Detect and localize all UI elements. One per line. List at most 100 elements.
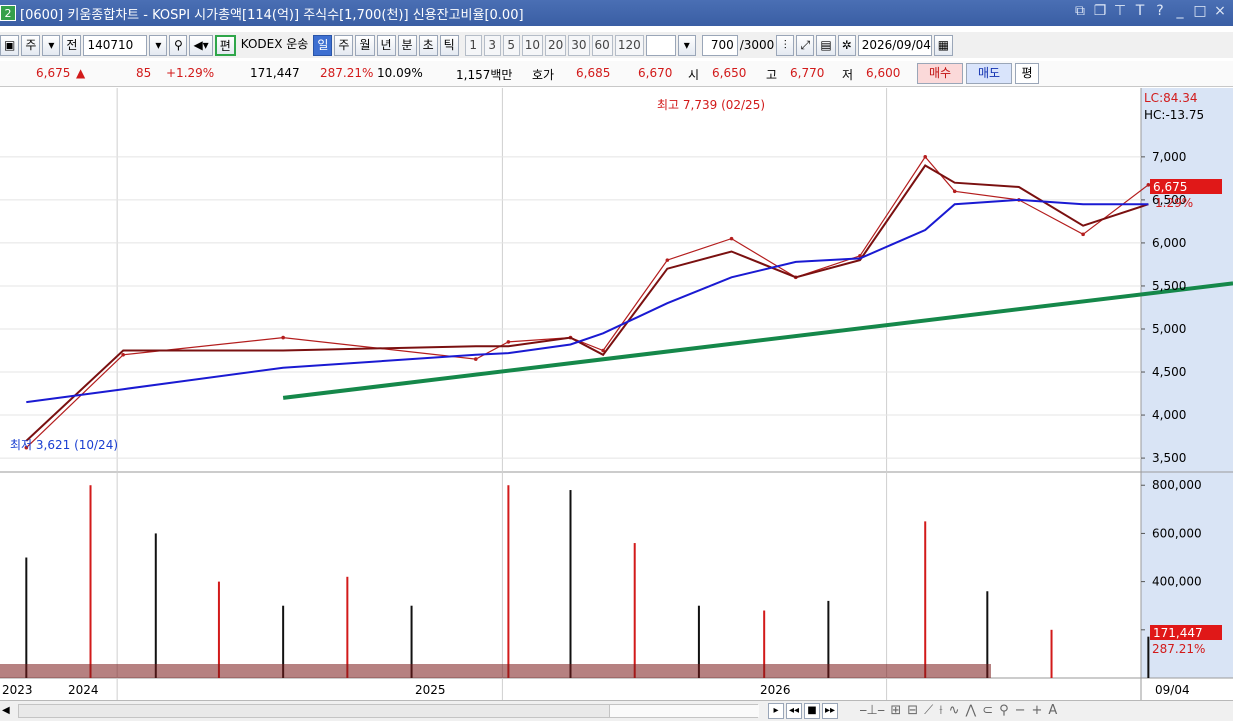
bar-count-input[interactable]: 700 [701,34,738,56]
dropdown-icon[interactable]: ▾ [42,34,61,56]
series-line-price [25,155,1149,449]
save-icon[interactable]: ▤ [816,34,836,56]
gear-icon[interactable]: ✲ [837,34,856,56]
period-week-select[interactable]: 주 [21,34,41,56]
layout-icon[interactable]: ⧉ [1073,3,1087,19]
period-second-button[interactable]: 초 [418,34,438,56]
period-day-button[interactable]: 일 [313,34,333,56]
scroll-left-icon[interactable]: ◀ [2,704,16,718]
volume-bar [346,576,349,678]
rewind-icon[interactable]: ◂◂ [786,703,802,719]
bottom-bar: ◀ ▸ ◂◂ ■ ▸▸ ⎯⊥⎯ ⊞ ⊟ ⟋ ⟊ ∿ ⋀ ⊂ ⚲ − + A [0,700,1233,721]
zoom-in-icon[interactable]: + [1032,703,1043,718]
interval-60-button[interactable]: 60 [591,34,613,56]
zoom-out-icon[interactable]: − [1015,703,1026,718]
interval-20-button[interactable]: 20 [544,34,567,56]
buy-button[interactable]: 매수 [917,63,963,84]
volume-bar [569,490,572,678]
stop-icon[interactable]: ■ [804,703,820,719]
interval-5-button[interactable]: 5 [502,34,520,56]
volume-ratio: 287.21% [320,66,374,80]
calendar-icon[interactable]: ▦ [933,34,954,56]
overlay-icon[interactable]: ⊟ [907,703,918,718]
volume-tag: 171,447 [1153,626,1203,640]
period-year-button[interactable]: 년 [376,34,396,56]
price-tick-label: 4,500 [1152,365,1186,379]
split-view-icon[interactable]: ⊞ [890,703,901,718]
text-tool-icon[interactable]: A [1048,703,1057,718]
trend-tool-icon[interactable]: ⟋ [924,703,933,718]
period-week-button[interactable]: 주 [334,34,354,56]
period-tick-button[interactable]: 틱 [439,34,459,56]
pattern-tool-icon[interactable]: ⋀ [965,703,976,718]
volume-bar [25,557,28,678]
title-bar: 2 [0600] 키움종합차트 - KOSPI 시가총액[114(억)] 주식수… [0,0,1233,26]
crosshair-icon[interactable]: ⤢ [796,34,815,56]
eval-button[interactable]: 평 [1015,63,1039,84]
close-icon[interactable]: × [1213,3,1227,19]
maximize-icon[interactable]: □ [1193,3,1207,19]
stock-code-input[interactable]: 140710 [83,34,148,56]
series-point-price [952,189,957,194]
window-icon: 2 [0,5,16,21]
x-label-current-date: 09/04 [1155,683,1190,697]
x-label-2024: 2024 [68,683,99,697]
grid-layer [0,88,1233,700]
high-label: 고 [766,68,778,82]
chart-toolbar: ▣ 주 ▾ 전 140710 ▾ ⚲ ◀▾ 편 KODEX 운송 일 주 월 년… [0,32,1233,58]
interval-3-button[interactable]: 3 [483,34,501,56]
period-minute-button[interactable]: 분 [397,34,417,56]
price-series [24,155,1151,450]
interval-10-button[interactable]: 10 [521,34,543,56]
sell-button[interactable]: 매도 [966,63,1012,84]
series-point-price [1146,183,1151,187]
open-price: 6,650 [712,66,747,80]
zoom-icon[interactable]: ⚲ [999,703,1009,718]
interval-dropdown-icon[interactable]: ▾ [677,34,696,56]
wave-tool-icon[interactable]: ∿ [949,703,960,718]
volume-tick-label: 600,000 [1152,526,1202,540]
pin-icon[interactable]: ⊤ [1113,3,1127,19]
magnet-icon[interactable]: ⊂ [982,703,993,718]
price-type-select[interactable]: 전 [62,34,82,56]
trendline-layer [282,281,1233,400]
candle-icon[interactable]: ⫶ [776,34,795,56]
ask-label: 호가 [532,68,555,82]
lc-label: LC:84.34 [1144,91,1197,105]
play-icon[interactable]: ▸ [768,703,784,719]
interval-1-button[interactable]: 1 [464,34,482,56]
chart-canvas[interactable]: 7,0006,5006,0005,5005,0004,5004,0003,500… [0,88,1233,700]
price-tick-label: 5,500 [1152,279,1186,293]
volume-bar [1147,636,1150,678]
font-icon[interactable]: T [1133,3,1147,19]
low-label: 저 [842,68,854,82]
volume-bar [217,581,220,678]
horizontal-scrollbar[interactable] [18,704,759,718]
ruler-icon[interactable]: ⎯⊥⎯ [860,703,884,718]
minimize-icon[interactable]: _ [1173,3,1187,19]
help-icon[interactable]: ? [1153,3,1167,19]
code-dropdown-icon[interactable]: ▾ [149,34,168,56]
price-tick-label: 4,000 [1152,408,1186,422]
scroll-thumb[interactable] [609,705,759,717]
edit-button[interactable]: 편 [214,34,236,56]
price-tick-label: 5,000 [1152,322,1186,336]
speaker-icon[interactable]: ◀▾ [189,34,213,56]
interval-120-button[interactable]: 120 [614,34,644,56]
date-input[interactable]: 2026/09/04 [857,34,932,56]
period-month-button[interactable]: 월 [355,34,375,56]
volume-bar [1050,629,1053,678]
series-point-price [281,335,285,340]
forward-icon[interactable]: ▸▸ [822,703,838,719]
series-point-price [923,155,928,159]
volume-tick-label: 800,000 [1152,478,1202,492]
search-icon[interactable]: ⚲ [169,34,188,56]
chart-type-icon[interactable]: ▣ [0,34,20,56]
price-change: 85 [136,66,152,80]
ask-price-2: 6,670 [638,66,673,80]
restore-icon[interactable]: ❐ [1093,3,1107,19]
interval-30-button[interactable]: 30 [568,34,590,56]
fib-tool-icon[interactable]: ⟊ [939,703,942,718]
x-label-2026: 2026 [760,683,791,697]
interval-custom-input[interactable] [645,34,676,56]
